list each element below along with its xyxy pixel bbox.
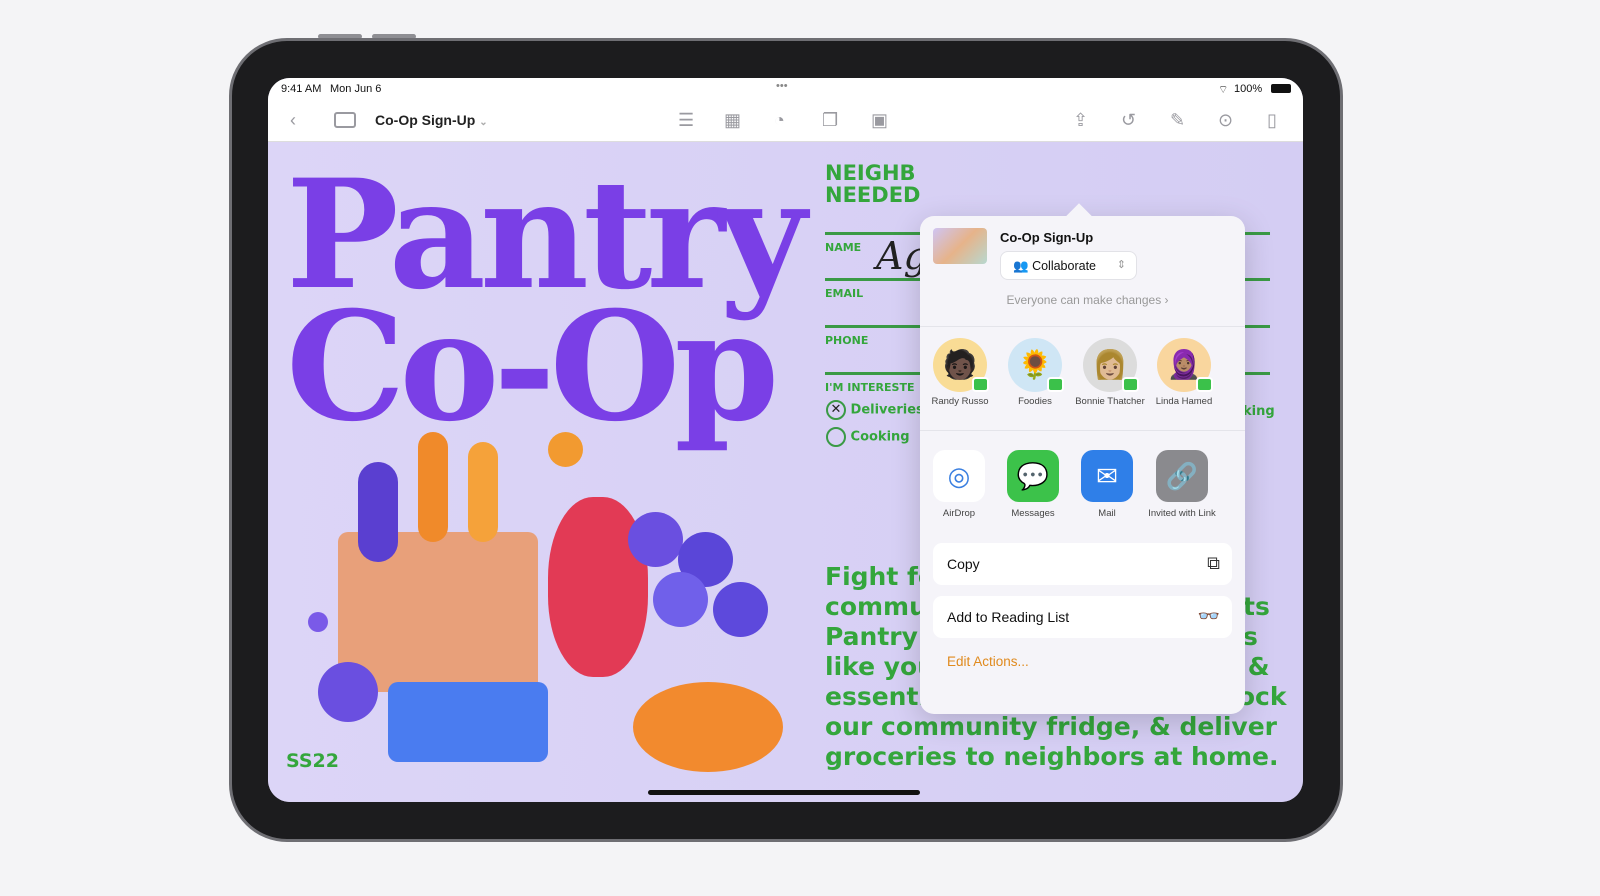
chevron-down-icon: ⌄: [479, 117, 488, 128]
copy-action[interactable]: Copy ⧉: [933, 543, 1232, 585]
person-randy[interactable]: 🧑🏿 Randy Russo: [925, 338, 995, 407]
popover-arrow: [1066, 203, 1092, 229]
updown-chevron-icon: ⇕: [1116, 259, 1126, 271]
body-line: our community fridge, & deliver: [825, 712, 1278, 741]
person-name: Linda Hamed: [1155, 396, 1213, 407]
app-invite-link[interactable]: 🔗 Invited with Link: [1147, 450, 1217, 519]
glasses-icon: 👓: [1197, 606, 1220, 626]
poster-code: SS22: [286, 750, 339, 772]
shapes-icon[interactable]: ❐: [822, 110, 838, 131]
app-label: AirDrop: [942, 508, 976, 519]
person-linda[interactable]: 🧕🏽 Linda Hamed: [1149, 338, 1219, 407]
share-title: Co-Op Sign-Up: [1000, 230, 1094, 245]
wifi-icon: ⌔: [1218, 84, 1229, 96]
body-line: groceries to neighbors at home.: [825, 742, 1279, 771]
messages-badge-icon: [1196, 377, 1213, 392]
table-icon[interactable]: ▦: [724, 110, 741, 131]
option-cooking[interactable]: Cooking: [826, 427, 910, 447]
people-icon: 👥: [1013, 259, 1029, 273]
airdrop-icon: ◎: [933, 450, 985, 502]
messages-icon: 💬: [1007, 450, 1059, 502]
divider: [920, 430, 1245, 431]
screen: 9:41 AM Mon Jun 6 ••• ⌔ 100% ‹ Co-Op Sig…: [268, 78, 1303, 802]
mail-icon: ✉: [1081, 450, 1133, 502]
chart-icon[interactable]: ◔: [774, 110, 785, 131]
media-icon[interactable]: ▣: [871, 110, 888, 131]
action-label: Add to Reading List: [947, 609, 1070, 625]
checked-box-icon: ✕: [826, 400, 846, 420]
action-label: Copy: [947, 556, 980, 572]
document-canvas[interactable]: Pantry Co-Op SS22 NEIGHB NEEDED NAME Ag E…: [268, 142, 1303, 802]
option-label: Cooking: [850, 429, 910, 445]
undo-icon[interactable]: ↺: [1121, 110, 1136, 131]
option-partial: king: [1243, 404, 1275, 419]
person-foodies[interactable]: 🌻 Foodies: [1000, 338, 1070, 407]
back-icon[interactable]: ‹: [290, 110, 296, 131]
unchecked-box-icon: [826, 427, 846, 447]
app-messages[interactable]: 💬 Messages: [998, 450, 1068, 519]
more-icon[interactable]: ⊙: [1218, 110, 1233, 131]
avatar: 🌻: [1008, 338, 1064, 392]
poster-title-line2: Co-Op: [286, 279, 779, 455]
reading-list-action[interactable]: Add to Reading List 👓: [933, 596, 1232, 638]
share-sheet: Co-Op Sign-Up 👥 Collaborate ⇕ Everyone ca…: [920, 203, 1245, 714]
app-mail[interactable]: ✉ Mail: [1072, 450, 1142, 519]
option-label: Deliveries: [850, 402, 924, 418]
list-icon[interactable]: ☰: [678, 110, 694, 131]
poster-heading: NEIGHB NEEDED: [825, 162, 920, 206]
messages-badge-icon: [972, 377, 989, 392]
heading-line: NEIGHB: [825, 161, 916, 185]
person-name: Bonnie Thatcher: [1075, 396, 1145, 407]
status-bar: 9:41 AM Mon Jun 6 ••• ⌔ 100%: [268, 78, 1303, 100]
app-airdrop[interactable]: ◎ AirDrop: [924, 450, 994, 519]
messages-badge-icon: [1047, 377, 1064, 392]
document-title-text: Co-Op Sign-Up: [375, 112, 476, 128]
avatar: 🧕🏽: [1157, 338, 1213, 392]
status-time: 9:41 AM: [281, 83, 322, 95]
sidebar-icon[interactable]: [334, 112, 356, 128]
app-label: Messages: [1011, 508, 1055, 519]
body-line: s: [1243, 622, 1258, 651]
document-title[interactable]: Co-Op Sign-Up ⌄: [375, 112, 488, 128]
document-thumbnail: [933, 228, 987, 264]
link-icon: 🔗: [1156, 450, 1208, 502]
app-label: Invited with Link: [1148, 508, 1216, 519]
avatar: 🧑🏿: [933, 338, 989, 392]
person-name: Randy Russo: [931, 396, 989, 407]
heading-line: NEEDED: [825, 183, 921, 207]
app-label: Mail: [1098, 508, 1116, 519]
multitask-dots-icon[interactable]: •••: [776, 80, 788, 92]
share-icon[interactable]: ⇪: [1073, 110, 1088, 131]
body-line: ts: [1243, 592, 1270, 621]
messages-badge-icon: [1122, 377, 1139, 392]
copy-icon: ⧉: [1207, 553, 1220, 573]
permission-link[interactable]: Everyone can make changes ›: [920, 293, 1245, 307]
permission-text: Everyone can make changes: [1006, 293, 1162, 307]
document-icon[interactable]: ▯: [1267, 110, 1277, 131]
person-name: Foodies: [1018, 396, 1052, 407]
battery-level: 100%: [1234, 83, 1263, 95]
edit-actions-link[interactable]: Edit Actions...: [947, 654, 1029, 669]
collaborate-label: Collaborate: [1032, 259, 1096, 273]
format-brush-icon[interactable]: ✎: [1170, 110, 1185, 131]
collaborate-dropdown[interactable]: 👥 Collaborate ⇕: [1000, 251, 1137, 280]
avatar: 👩🏼: [1083, 338, 1139, 392]
option-deliveries[interactable]: ✕ Deliveries: [826, 400, 924, 420]
divider: [920, 326, 1245, 327]
toolbar: ‹ Co-Op Sign-Up ⌄ ☰ ▦ ◔ ❐ ▣ ⇪ ↺ ✎ ⊙ ▯: [268, 100, 1303, 142]
poster-body-right: ts s: [1243, 592, 1270, 652]
person-bonnie[interactable]: 👩🏼 Bonnie Thatcher: [1075, 338, 1145, 407]
status-date: Mon Jun 6: [330, 83, 382, 95]
battery-icon: [1271, 84, 1291, 93]
home-indicator[interactable]: [648, 790, 920, 795]
